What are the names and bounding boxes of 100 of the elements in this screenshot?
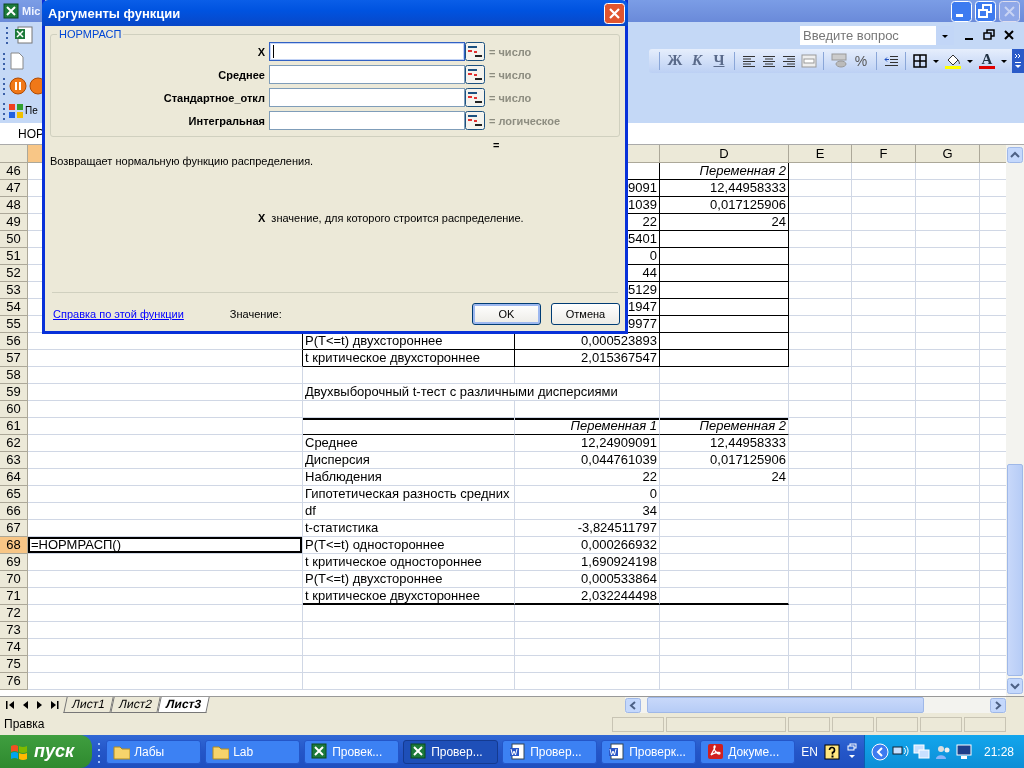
table-cell: Переменная 2 bbox=[660, 418, 789, 435]
column-header[interactable]: F bbox=[852, 145, 916, 163]
taskbar-button[interactable]: Лабы bbox=[106, 739, 202, 764]
table-cell bbox=[789, 537, 852, 554]
table-cell: 34 bbox=[515, 503, 660, 520]
taskbar-button[interactable]: Провек... bbox=[304, 739, 400, 764]
help-icon[interactable] bbox=[823, 743, 840, 760]
row-header[interactable]: 73 bbox=[0, 622, 28, 639]
row-header[interactable]: 48 bbox=[0, 197, 28, 214]
windows-stack-icon[interactable] bbox=[912, 743, 931, 760]
argument-field[interactable] bbox=[269, 42, 465, 61]
taskbar-button[interactable]: Провер... bbox=[403, 739, 499, 764]
monitor-icon[interactable] bbox=[954, 743, 973, 760]
merge-cells-icon[interactable] bbox=[801, 52, 817, 69]
argument-field[interactable] bbox=[269, 111, 465, 130]
row-header[interactable]: 56 bbox=[0, 333, 28, 350]
format-italic-button[interactable]: К bbox=[688, 52, 706, 69]
restore-icon[interactable] bbox=[982, 28, 996, 42]
document-icon bbox=[707, 743, 725, 760]
collapse-dialog-icon[interactable] bbox=[465, 88, 485, 107]
row-header[interactable]: 49 bbox=[0, 214, 28, 231]
scroll-thumb[interactable] bbox=[647, 697, 924, 713]
row-header[interactable]: 68 bbox=[0, 537, 28, 554]
row-header[interactable]: 70 bbox=[0, 571, 28, 588]
table-cell bbox=[852, 214, 916, 231]
collapse-dialog-icon[interactable] bbox=[465, 65, 485, 84]
argument-result: = логическое bbox=[488, 114, 561, 127]
table-cell bbox=[916, 588, 980, 605]
row-header[interactable]: 59 bbox=[0, 384, 28, 401]
row-header[interactable]: 76 bbox=[0, 673, 28, 690]
table-cell bbox=[852, 503, 916, 520]
row-header[interactable]: 54 bbox=[0, 299, 28, 316]
squares-icon[interactable] bbox=[9, 103, 23, 118]
row-header[interactable]: 74 bbox=[0, 639, 28, 656]
table-cell bbox=[852, 418, 916, 435]
close-icon[interactable] bbox=[1002, 28, 1016, 42]
row-header[interactable]: 51 bbox=[0, 248, 28, 265]
row-header[interactable]: 50 bbox=[0, 231, 28, 248]
sheet-tab[interactable]: Лист2 bbox=[110, 697, 161, 713]
first-sheet-icon[interactable] bbox=[4, 698, 16, 712]
row-header[interactable]: 62 bbox=[0, 435, 28, 452]
taskbar-button[interactable]: Проверк... bbox=[601, 739, 697, 764]
row-header[interactable]: 58 bbox=[0, 367, 28, 384]
taskbar-button[interactable]: Докуме... bbox=[700, 739, 796, 764]
row-header[interactable]: 57 bbox=[0, 350, 28, 367]
show-hidden-icons-button[interactable] bbox=[870, 742, 889, 761]
row-header[interactable]: 69 bbox=[0, 554, 28, 571]
row-header[interactable]: 67 bbox=[0, 520, 28, 537]
table-cell: 2,032244498 bbox=[515, 588, 660, 605]
vertical-scrollbar[interactable] bbox=[1006, 145, 1024, 696]
grip-icon bbox=[1, 50, 7, 71]
row-header[interactable]: 61 bbox=[0, 418, 28, 435]
toolbar-options-icon[interactable] bbox=[1012, 48, 1024, 73]
column-header[interactable]: E bbox=[789, 145, 852, 163]
grip-icon bbox=[1, 100, 7, 121]
percent-button[interactable]: % bbox=[852, 52, 870, 69]
argument-field[interactable] bbox=[269, 65, 465, 84]
table-cell bbox=[916, 299, 980, 316]
sheet-tab[interactable]: Лист1 bbox=[63, 697, 114, 713]
column-header[interactable]: G bbox=[916, 145, 980, 163]
row-header[interactable]: 71 bbox=[0, 588, 28, 605]
restore-button[interactable] bbox=[975, 0, 996, 22]
row-header[interactable]: 52 bbox=[0, 265, 28, 282]
argument-label: X bbox=[256, 45, 266, 58]
horizontal-scrollbar[interactable] bbox=[625, 697, 1006, 713]
format-underline-button[interactable]: Ч bbox=[710, 52, 728, 69]
cancel-button[interactable]: Отмена bbox=[551, 303, 620, 325]
collapse-dialog-icon[interactable] bbox=[465, 111, 485, 130]
start-button[interactable]: пуск bbox=[0, 735, 93, 768]
active-cell[interactable]: =НОРМРАСП() bbox=[28, 537, 303, 554]
row-header[interactable]: 66 bbox=[0, 503, 28, 520]
last-sheet-icon[interactable] bbox=[49, 698, 61, 712]
table-cell bbox=[852, 452, 916, 469]
table-cell bbox=[916, 605, 980, 622]
font-color-button[interactable]: A bbox=[978, 52, 996, 69]
borders-icon[interactable] bbox=[912, 52, 928, 69]
row-header[interactable]: 63 bbox=[0, 452, 28, 469]
table-cell: 0,044761039 bbox=[515, 452, 660, 469]
row-header[interactable]: 75 bbox=[0, 656, 28, 673]
ok-button[interactable]: OK bbox=[472, 303, 541, 325]
row-header[interactable]: 64 bbox=[0, 469, 28, 486]
scroll-thumb[interactable] bbox=[1007, 464, 1023, 676]
taskbar-button[interactable]: Lab bbox=[205, 739, 301, 764]
row-header[interactable]: 46 bbox=[0, 163, 28, 180]
row-header[interactable]: 72 bbox=[0, 605, 28, 622]
row-header[interactable]: 55 bbox=[0, 316, 28, 333]
taskbar-button[interactable]: Провер... bbox=[502, 739, 598, 764]
column-header[interactable]: D bbox=[660, 145, 789, 163]
sheet-tab[interactable]: Лист3 bbox=[156, 697, 210, 713]
minimize-button[interactable] bbox=[951, 0, 972, 22]
row-header[interactable]: 60 bbox=[0, 401, 28, 418]
argument-field[interactable] bbox=[269, 88, 465, 107]
pause-icon[interactable] bbox=[9, 76, 27, 95]
help-link[interactable]: Справка по этой функции bbox=[53, 308, 184, 320]
row-header[interactable]: 65 bbox=[0, 486, 28, 503]
format-bold-button[interactable]: Ж bbox=[666, 52, 684, 69]
language-indicator[interactable]: EN bbox=[801, 744, 818, 759]
row-header[interactable]: 47 bbox=[0, 180, 28, 197]
row-header[interactable]: 53 bbox=[0, 282, 28, 299]
collapse-dialog-icon[interactable] bbox=[465, 42, 485, 61]
